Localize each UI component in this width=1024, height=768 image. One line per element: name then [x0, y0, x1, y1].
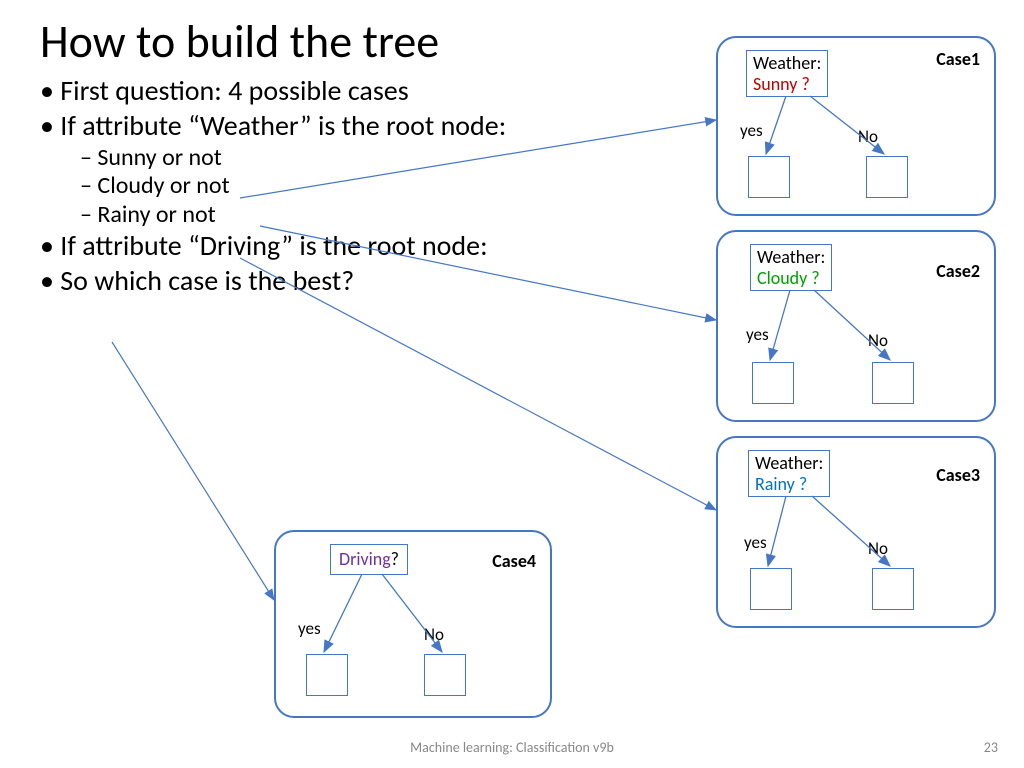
no-label: No: [858, 126, 878, 147]
bullet-subitem: Cloudy or not: [80, 172, 640, 200]
attr-name: Driving: [339, 548, 391, 570]
leaf-no: [866, 156, 908, 198]
no-label: No: [868, 330, 888, 351]
leaf-no: [872, 568, 914, 610]
bullet-item: If attribute “Weather” is the root node:: [40, 109, 640, 142]
no-label: No: [868, 538, 888, 559]
leaf-no: [424, 654, 466, 696]
bullet-subitem: Rainy or not: [80, 201, 640, 229]
attr-value: Rainy ?: [755, 473, 807, 495]
leaf-yes: [748, 156, 790, 198]
attr-value: ?: [391, 548, 399, 570]
case-label: Case2: [936, 260, 980, 282]
yes-label: yes: [744, 532, 767, 553]
attr-name: Weather:: [757, 246, 825, 268]
footer-text: Machine learning: Classification v9b: [0, 739, 1024, 756]
yes-label: yes: [740, 120, 763, 141]
slide-title: How to build the tree: [40, 14, 439, 70]
attr-name: Weather:: [753, 52, 821, 74]
page-number: 23: [984, 739, 998, 756]
attr-name: Weather:: [755, 452, 823, 474]
bullet-list: First question: 4 possible cases If attr…: [40, 74, 640, 299]
root-node: Weather: Rainy ?: [748, 450, 830, 497]
case-label: Case3: [936, 464, 980, 486]
case-panel-3: Case3 Weather: Rainy ? yes No: [716, 436, 996, 628]
yes-label: yes: [298, 618, 321, 639]
attr-value: Sunny ?: [753, 73, 810, 95]
yes-label: yes: [746, 324, 769, 345]
leaf-yes: [752, 362, 794, 404]
bullet-item: So which case is the best?: [40, 264, 640, 297]
case-panel-4: Case4 Driving? yes No: [274, 530, 552, 718]
leaf-yes: [750, 568, 792, 610]
case-panel-2: Case2 Weather: Cloudy ? yes No: [716, 230, 996, 422]
case-label: Case4: [492, 550, 536, 572]
case-label: Case1: [936, 48, 980, 70]
leaf-no: [872, 362, 914, 404]
root-node: Weather: Cloudy ?: [750, 244, 832, 291]
bullet-item: First question: 4 possible cases: [40, 74, 640, 107]
bullet-item: If attribute “Driving” is the root node:: [40, 229, 640, 262]
leaf-yes: [306, 654, 348, 696]
bullet-subitem: Sunny or not: [80, 144, 640, 172]
no-label: No: [424, 624, 444, 645]
root-node: Driving?: [330, 544, 408, 575]
case-panel-1: Case1 Weather: Sunny ? yes No: [716, 36, 996, 216]
attr-value: Cloudy ?: [757, 267, 820, 289]
root-node: Weather: Sunny ?: [746, 50, 828, 97]
